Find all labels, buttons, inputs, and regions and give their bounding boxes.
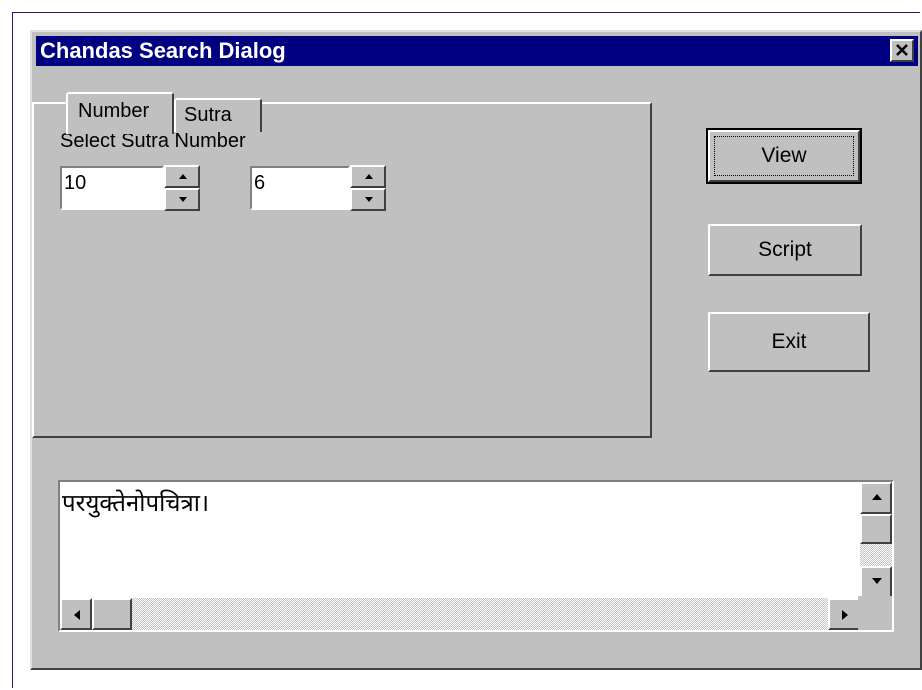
tab-panel: Select Sutra Number 10 6 (32, 102, 652, 438)
arrow-up-icon (179, 174, 187, 179)
sutra-number-input-2[interactable]: 6 (250, 166, 350, 210)
scrollbar-corner (858, 596, 892, 630)
spinner-1-down-button[interactable] (164, 188, 200, 211)
arrow-right-icon (842, 610, 848, 620)
spinner-2-up-button[interactable] (350, 165, 386, 188)
horizontal-scrollbar[interactable] (60, 598, 860, 630)
view-button-label: View (761, 144, 807, 167)
output-text: परयुक्तेनोपचित्रा। (62, 489, 210, 517)
spinner-2-down-button[interactable] (350, 188, 386, 211)
vertical-scroll-thumb[interactable] (860, 514, 892, 544)
vertical-scrollbar[interactable] (860, 482, 892, 598)
sutra-number-value-1: 10 (64, 172, 87, 194)
scroll-down-button[interactable] (860, 566, 892, 598)
sutra-number-value-2: 6 (254, 172, 266, 194)
exit-button-label: Exit (771, 330, 807, 353)
scroll-up-button[interactable] (860, 482, 892, 514)
sutra-number-input-1[interactable]: 10 (60, 166, 164, 210)
window-title: Chandas Search Dialog (40, 38, 286, 63)
tab-sutra-label: Sutra (184, 104, 232, 126)
horizontal-scroll-thumb[interactable] (92, 598, 132, 630)
arrow-left-icon (74, 610, 80, 620)
spinner-1-up-button[interactable] (164, 165, 200, 188)
tab-number-label: Number (78, 100, 150, 122)
exit-button[interactable]: Exit (708, 312, 870, 372)
output-text-area[interactable]: परयुक्तेनोपचित्रा। (58, 480, 894, 632)
title-bar: Chandas Search Dialog (36, 36, 918, 66)
tab-number[interactable]: Number (66, 92, 174, 134)
scroll-right-button[interactable] (828, 598, 860, 630)
script-button-label: Script (758, 238, 812, 261)
scroll-left-button[interactable] (60, 598, 92, 630)
close-button[interactable] (890, 39, 914, 62)
arrow-up-icon (872, 494, 882, 500)
view-button[interactable]: View (706, 128, 862, 184)
arrow-down-icon (872, 578, 882, 584)
arrow-down-icon (365, 197, 373, 202)
spinner-2 (350, 165, 386, 211)
script-button[interactable]: Script (708, 224, 862, 276)
tab-sutra[interactable]: Sutra (174, 98, 262, 132)
horizontal-scroll-track[interactable] (60, 598, 860, 630)
arrow-up-icon (365, 174, 373, 179)
close-icon (896, 44, 908, 56)
arrow-down-icon (179, 197, 187, 202)
spinner-1 (164, 165, 200, 211)
